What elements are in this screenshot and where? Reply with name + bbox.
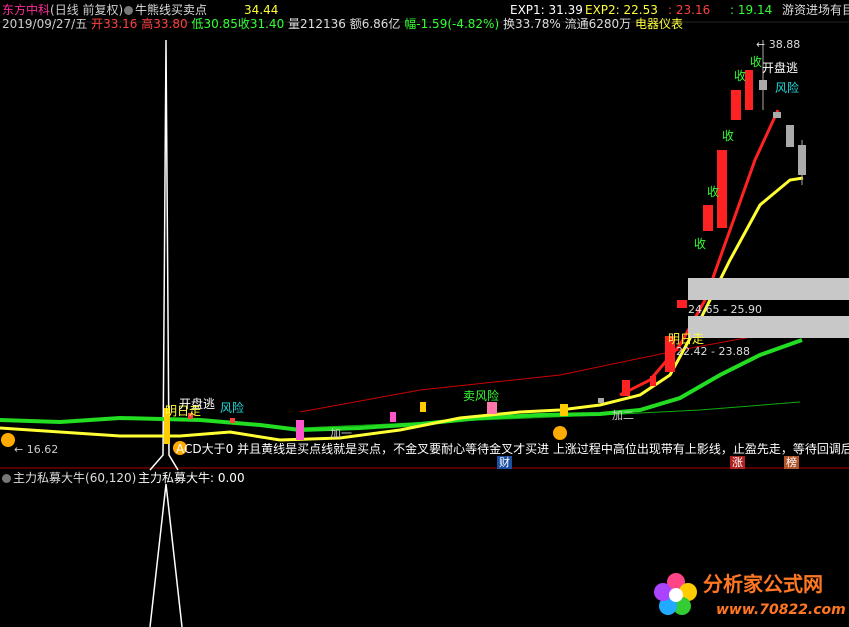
quote-bar: 2019/09/27/五 开33.16 高33.80 低30.85收31.40 … xyxy=(2,17,683,31)
sell-signal-label: 收 xyxy=(694,237,707,251)
sell-signal-label: 收 xyxy=(750,55,763,69)
exp1-value: EXP1: 31.39 xyxy=(510,3,583,17)
tomorrow-exit-label: 明日走 xyxy=(165,404,202,418)
add-position-label: 加二 xyxy=(612,409,634,422)
sell-signal-label: 收 xyxy=(734,69,747,83)
exit-signal-label: 开盘逃 xyxy=(762,61,799,75)
risk-label: 风险 xyxy=(775,81,800,95)
indicator-selector[interactable]: 牛熊线买卖点 xyxy=(124,4,207,16)
stock-name[interactable]: 东方中科(日线 前复权) xyxy=(2,4,123,16)
indicator-value: 34.44 xyxy=(244,3,279,17)
low-price-mark: ← 16.62 xyxy=(14,443,59,456)
leaderboard-badge[interactable]: 榜 xyxy=(784,456,799,469)
exp2-value: EXP2: 22.53 xyxy=(585,3,658,17)
zone-1-label: 24.65 - 25.90 xyxy=(688,303,762,316)
high-price-mark: ← 38.88 xyxy=(756,38,801,51)
zone-2-label: 22.42 - 23.88 xyxy=(676,345,750,358)
right-title: 游资进场有目 xyxy=(782,3,849,17)
add-position-label: 加一 xyxy=(330,427,352,440)
sell-risk-label: 卖风险 xyxy=(463,389,500,403)
sell-signal-label: 收 xyxy=(707,185,720,199)
tomorrow-exit-label: 明日走 xyxy=(668,332,705,346)
resistance-zone-1 xyxy=(688,278,849,300)
lower-indicator-selector[interactable]: 主力私募大牛(60,120) xyxy=(2,472,136,484)
exp3-value: : 23.16 xyxy=(668,3,711,17)
limit-up-badge[interactable]: 涨 xyxy=(730,456,745,469)
watermark-url: www.70822.com xyxy=(716,602,846,618)
chevron-down-icon[interactable] xyxy=(124,6,133,15)
resistance-zone-2 xyxy=(688,316,849,338)
strategy-description: ACD大于0 并且黄线是买点线就是买点，不金叉要耐心等待金叉才买进 上涨过程中高… xyxy=(176,443,849,455)
finance-badge[interactable]: 财 xyxy=(497,456,512,469)
risk-label: 风险 xyxy=(220,401,245,415)
sell-signal-label: 收 xyxy=(722,129,735,143)
exp4-value: : 19.14 xyxy=(730,3,773,17)
lower-indicator-value: 主力私募大牛: 0.00 xyxy=(138,471,245,485)
watermark-brand: 分析家公式网 xyxy=(703,572,823,596)
flower-logo-icon xyxy=(654,573,697,615)
chevron-down-icon[interactable] xyxy=(2,474,11,483)
